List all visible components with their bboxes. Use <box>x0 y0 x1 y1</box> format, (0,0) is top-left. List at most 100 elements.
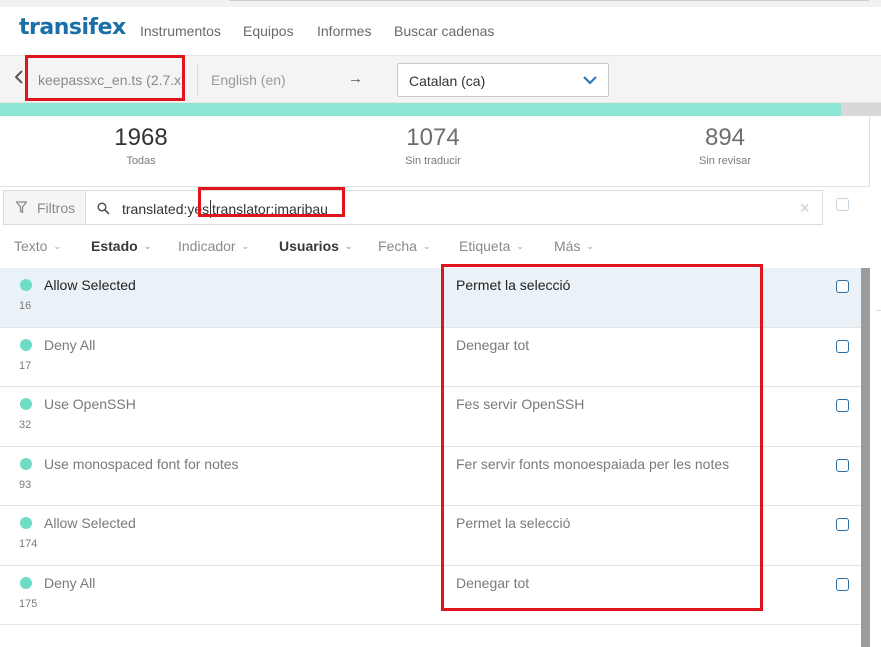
tab-label: Usuarios <box>279 238 339 254</box>
divider <box>197 64 198 96</box>
filter-row: Filtros translated:yes translator:jmarib… <box>0 186 881 228</box>
search-query-part1: translated:yes <box>122 201 210 217</box>
string-id: 93 <box>19 478 32 491</box>
chevron-down-icon <box>583 76 597 85</box>
caret-down-icon: ⌄ <box>241 241 250 251</box>
caret-down-icon: ⌄ <box>53 241 62 251</box>
string-id: 175 <box>19 597 38 610</box>
tab-label: Fecha <box>378 238 417 254</box>
right-gutter <box>870 116 881 647</box>
row-checkbox[interactable] <box>836 518 849 531</box>
string-list: Allow Selected 16 Permet la selecció Den… <box>0 268 861 625</box>
stat-value: 894 <box>704 124 746 151</box>
row-checkbox[interactable] <box>836 280 849 293</box>
tab-label: Estado <box>91 238 138 254</box>
filters-button[interactable]: Filtros <box>3 190 86 225</box>
translation-string: Fes servir OpenSSH <box>456 396 585 412</box>
caret-down-icon: ⌄ <box>586 241 594 251</box>
list-item[interactable]: Allow Selected 174 Permet la selecció <box>0 506 861 566</box>
clear-search-icon[interactable]: × <box>799 198 810 219</box>
translation-string: Permet la selecció <box>456 277 571 293</box>
tab-indicador[interactable]: Indicador ⌄ <box>178 238 249 254</box>
stat-label: Sin revisar <box>699 155 751 167</box>
divider <box>876 310 881 311</box>
source-string: Deny All <box>44 336 96 353</box>
status-dot-icon <box>20 576 32 589</box>
target-language-value: Catalan (ca) <box>409 73 486 89</box>
row-checkbox[interactable] <box>836 577 849 591</box>
source-language: English (en) <box>211 72 286 88</box>
tab-fecha[interactable]: Fecha ⌄ <box>378 238 430 254</box>
caret-down-icon: ⌄ <box>422 241 431 251</box>
list-item[interactable]: Deny All 17 Denegar tot <box>0 327 861 387</box>
tab-label: Etiqueta <box>459 238 511 254</box>
top-edge-line <box>229 0 869 1</box>
status-dot-icon <box>20 279 32 291</box>
stat-sin-traducir[interactable]: 1074 Sin traducir <box>343 124 523 167</box>
stats-panel: 1968 Todas 1074 Sin traducir 894 Sin rev… <box>0 116 870 186</box>
tab-etiqueta[interactable]: Etiqueta ⌄ <box>459 238 524 254</box>
caret-down-icon: ⌄ <box>143 241 152 251</box>
nav-item-buscar-cadenas[interactable]: Buscar cadenas <box>394 23 494 39</box>
source-string: Use monospaced font for notes <box>44 455 239 472</box>
nav-item-equipos[interactable]: Equipos <box>243 23 294 39</box>
filters-label: Filtros <box>37 200 76 216</box>
tab-label: Más <box>554 238 581 254</box>
translation-string: Permet la selecció <box>456 515 571 531</box>
stat-value: 1968 <box>114 124 168 151</box>
status-dot-icon <box>20 517 32 529</box>
translation-string: Fer servir fonts monoespaiada per les no… <box>456 455 730 472</box>
stat-todas[interactable]: 1968 Todas <box>51 124 231 167</box>
translation-progress-bar <box>0 103 881 116</box>
progress-fill <box>0 103 842 116</box>
nav-item-instrumentos[interactable]: Instrumentos <box>140 23 221 39</box>
tab-mas[interactable]: Más ⌄ <box>554 238 594 254</box>
back-chevron-icon[interactable] <box>14 70 23 87</box>
stat-label: Todas <box>126 155 156 167</box>
string-id: 174 <box>19 538 38 550</box>
filter-tabs: Texto ⌄ Estado ⌄ Indicador ⌄ Usuarios ⌄ Fech… <box>0 228 870 268</box>
tab-usuarios[interactable]: Usuarios ⌄ <box>279 238 352 254</box>
row-checkbox[interactable] <box>836 339 849 353</box>
source-string: Allow Selected <box>44 277 136 293</box>
list-item[interactable]: Use monospaced font for notes 93 Fer ser… <box>0 446 861 506</box>
transifex-logo[interactable]: transifex <box>19 15 126 40</box>
text-cursor <box>210 200 211 218</box>
stat-sin-revisar[interactable]: 894 Sin revisar <box>635 124 815 167</box>
select-all-checkbox[interactable] <box>836 198 849 211</box>
arrow-right-icon: → <box>348 70 363 87</box>
nav-item-informes[interactable]: Informes <box>317 23 371 39</box>
row-checkbox[interactable] <box>836 399 849 412</box>
stat-value: 1074 <box>406 124 460 151</box>
list-item[interactable]: Use OpenSSH 32 Fes servir OpenSSH <box>0 387 861 447</box>
search-icon <box>97 202 110 215</box>
target-language-select[interactable]: Catalan (ca) <box>397 63 609 97</box>
string-id: 16 <box>19 300 32 312</box>
translation-string: Denegar tot <box>456 336 530 353</box>
source-string: Allow Selected <box>44 515 136 531</box>
source-string: Use OpenSSH <box>44 396 136 412</box>
search-input[interactable]: translated:yes translator:jmaribau × <box>86 190 823 225</box>
caret-down-icon: ⌄ <box>344 241 353 251</box>
stat-label: Sin traducir <box>405 155 461 167</box>
source-string: Deny All <box>44 574 96 591</box>
tab-texto[interactable]: Texto ⌄ <box>14 238 61 254</box>
scrollbar[interactable] <box>861 268 870 647</box>
top-edge <box>0 0 881 7</box>
status-dot-icon <box>20 398 32 410</box>
resource-name[interactable]: keepassxc_en.ts (2.7.x) <box>38 72 186 88</box>
funnel-icon <box>16 201 27 214</box>
tab-estado[interactable]: Estado ⌄ <box>91 238 151 254</box>
status-dot-icon <box>20 457 32 470</box>
caret-down-icon: ⌄ <box>516 241 524 251</box>
tab-label: Indicador <box>178 238 236 254</box>
list-item[interactable]: Allow Selected 16 Permet la selecció <box>0 268 861 328</box>
tab-label: Texto <box>14 238 48 254</box>
top-navigation: transifex Instrumentos Equipos Informes … <box>0 0 881 56</box>
resource-bar: keepassxc_en.ts (2.7.x) English (en) → C… <box>0 56 881 103</box>
translation-string: Denegar tot <box>456 574 530 591</box>
list-item[interactable]: Deny All 175 Denegar tot <box>0 565 861 625</box>
string-id: 32 <box>19 419 32 431</box>
status-dot-icon <box>20 338 32 351</box>
row-checkbox[interactable] <box>836 458 849 472</box>
